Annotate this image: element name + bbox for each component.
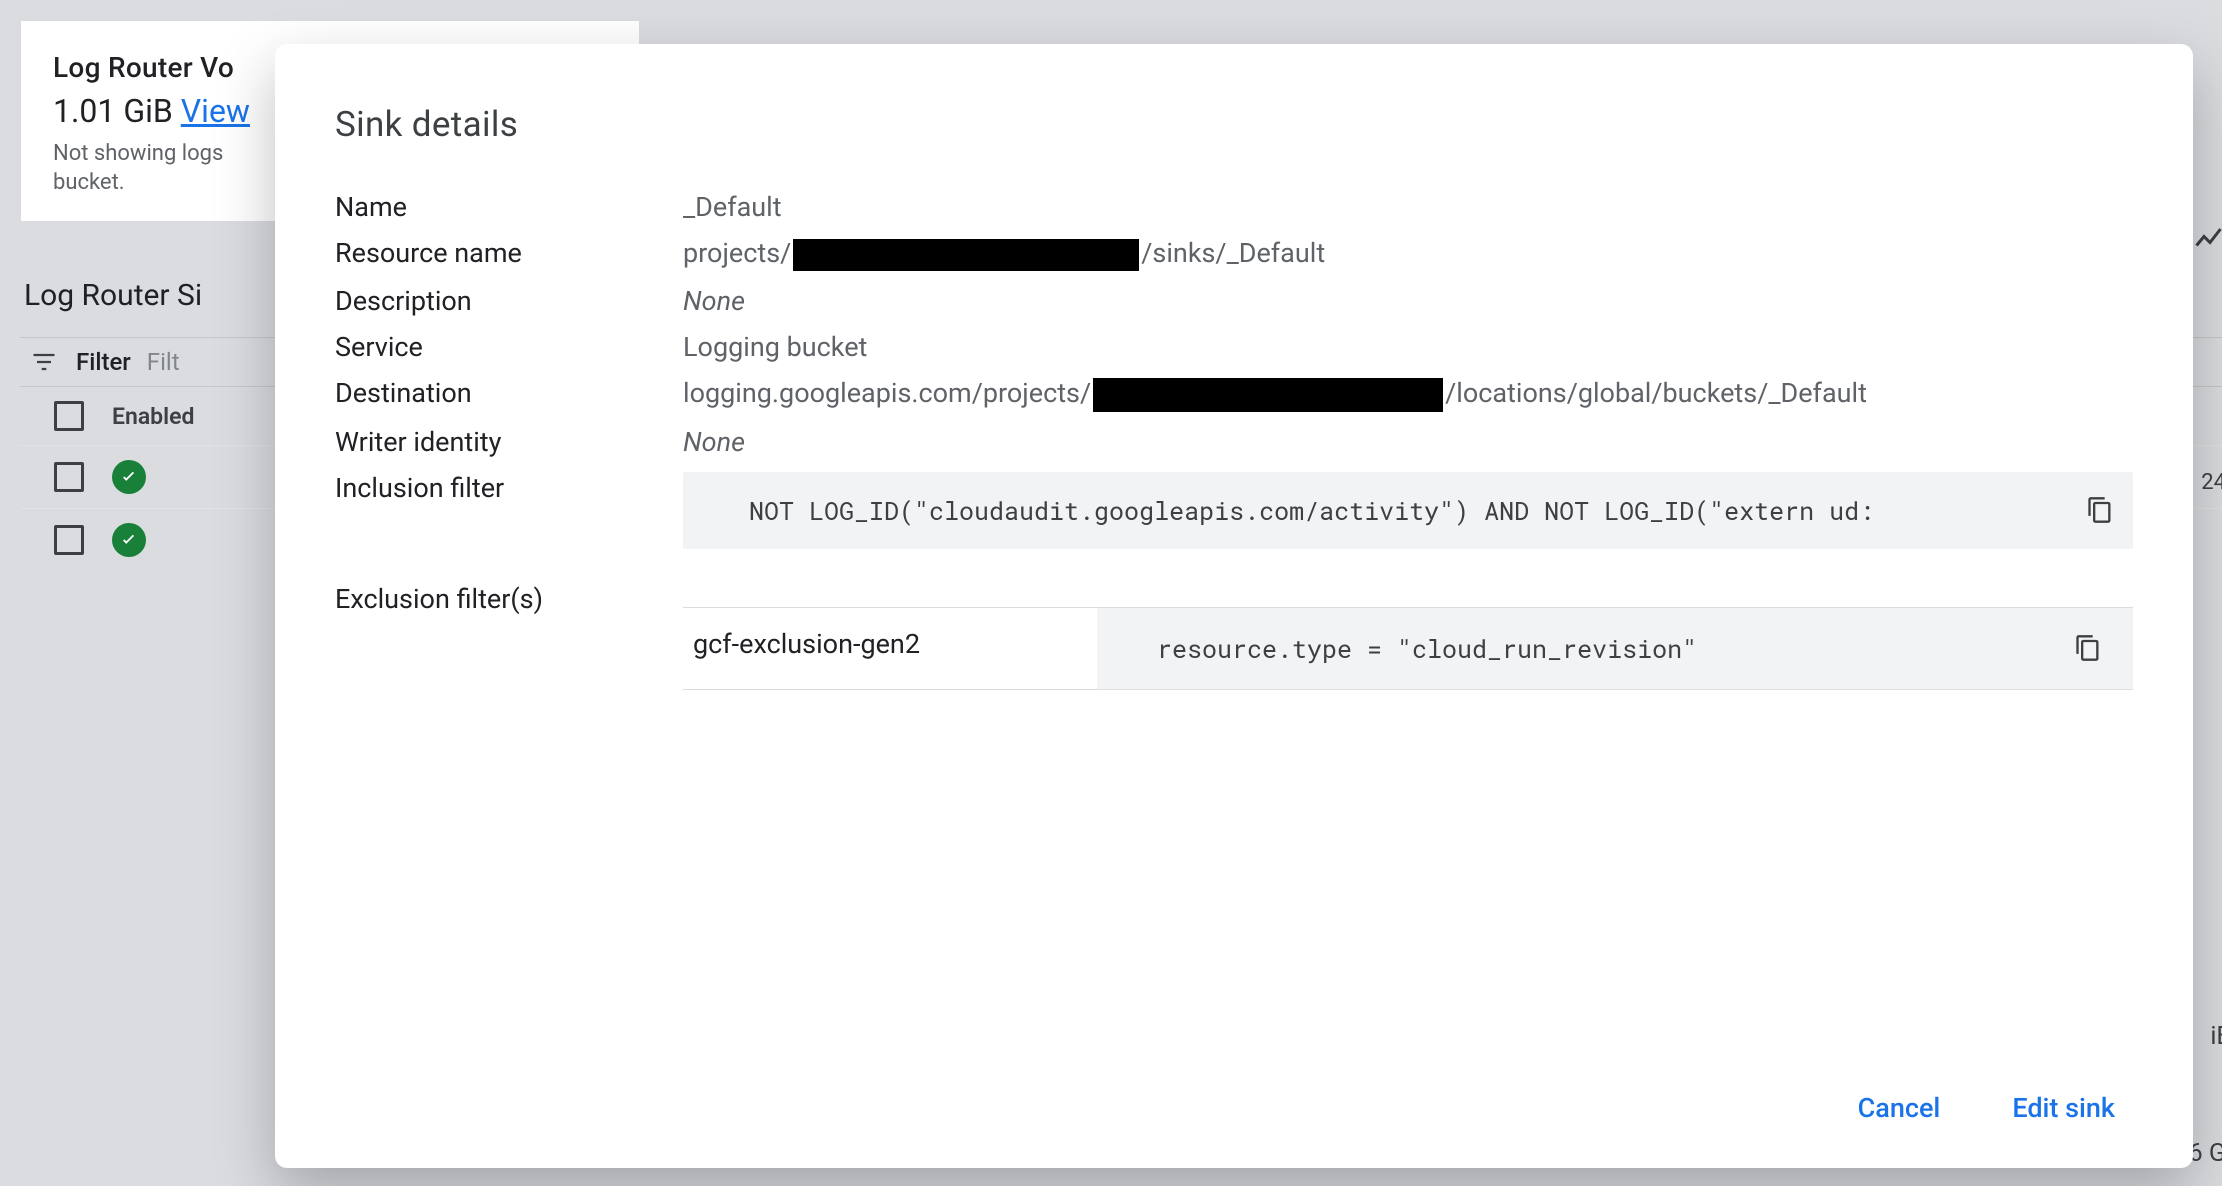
- resource-prefix: projects/: [683, 237, 791, 269]
- copy-icon[interactable]: [2079, 489, 2121, 531]
- field-service: Service Logging bucket: [335, 331, 2133, 363]
- inclusion-code-text: NOT LOG_ID("cloudaudit.googleapis.com/ac…: [749, 494, 1874, 527]
- dialog-title: Sink details: [335, 104, 2133, 145]
- value-resource-name: projects/ /sinks/_Default: [683, 237, 1325, 271]
- field-name: Name _Default: [335, 191, 2133, 223]
- value-name: _Default: [683, 191, 782, 223]
- label-writer-identity: Writer identity: [335, 426, 683, 458]
- redacted-block: [1093, 378, 1443, 412]
- field-inclusion-filter: Inclusion filter NOT LOG_ID("cloudaudit.…: [335, 472, 2133, 549]
- inclusion-filter-code: NOT LOG_ID("cloudaudit.googleapis.com/ac…: [683, 472, 2133, 549]
- label-description: Description: [335, 285, 683, 317]
- field-resource-name: Resource name projects/ /sinks/_Default: [335, 237, 2133, 271]
- exclusion-filter-name: gcf-exclusion-gen2: [683, 608, 1097, 689]
- field-writer-identity: Writer identity None: [335, 426, 2133, 458]
- copy-icon[interactable]: [2067, 627, 2109, 669]
- label-exclusion-filters: Exclusion filter(s): [335, 583, 683, 615]
- exclusion-filter-row: gcf-exclusion-gen2 resource.type = "clou…: [683, 607, 2133, 690]
- exclusion-filter-code: resource.type = "cloud_run_revision": [1097, 608, 2133, 689]
- redacted-block: [793, 239, 1139, 271]
- label-name: Name: [335, 191, 683, 223]
- label-inclusion-filter: Inclusion filter: [335, 472, 683, 504]
- value-destination: logging.googleapis.com/projects/ /locatio…: [683, 377, 1867, 412]
- field-exclusion-filters: Exclusion filter(s) gcf-exclusion-gen2 r…: [335, 583, 2133, 690]
- value-writer-identity: None: [683, 426, 745, 458]
- cancel-button[interactable]: Cancel: [1858, 1092, 1941, 1124]
- field-description: Description None: [335, 285, 2133, 317]
- resource-suffix: /sinks/_Default: [1141, 237, 1325, 269]
- dialog-actions: Cancel Edit sink: [335, 1092, 2133, 1124]
- label-service: Service: [335, 331, 683, 363]
- destination-suffix: /locations/global/buckets/_Default: [1445, 377, 1867, 409]
- exclusion-code-text: resource.type = "cloud_run_revision": [1157, 632, 1697, 665]
- value-service: Logging bucket: [683, 331, 867, 363]
- edit-sink-button[interactable]: Edit sink: [2012, 1092, 2115, 1124]
- field-destination: Destination logging.googleapis.com/proje…: [335, 377, 2133, 412]
- modal-overlay: Sink details Name _Default Resource name…: [0, 0, 2222, 1186]
- label-resource-name: Resource name: [335, 237, 683, 271]
- label-destination: Destination: [335, 377, 683, 412]
- value-description: None: [683, 285, 745, 317]
- sink-details-dialog: Sink details Name _Default Resource name…: [275, 44, 2193, 1168]
- destination-prefix: logging.googleapis.com/projects/: [683, 377, 1091, 409]
